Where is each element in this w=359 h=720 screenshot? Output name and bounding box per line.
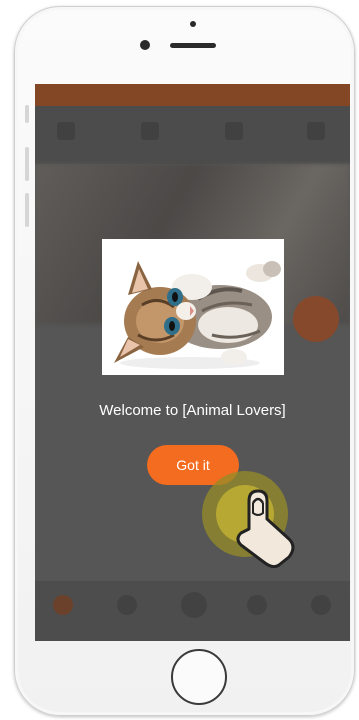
welcome-message: Welcome to [Animal Lovers] — [99, 402, 286, 419]
front-camera-icon — [140, 40, 150, 50]
volume-up-button — [25, 147, 29, 181]
volume-down-button — [25, 193, 29, 227]
app-screen: Welcome to [Animal Lovers] Got it — [35, 84, 350, 641]
home-button[interactable] — [171, 649, 227, 705]
proximity-sensor-icon — [190, 21, 196, 27]
kitten-image — [102, 239, 284, 375]
earpiece-speaker — [170, 43, 216, 48]
mute-switch — [25, 105, 29, 123]
tap-finger-icon — [236, 489, 295, 569]
kitten-photo-icon — [102, 239, 284, 375]
